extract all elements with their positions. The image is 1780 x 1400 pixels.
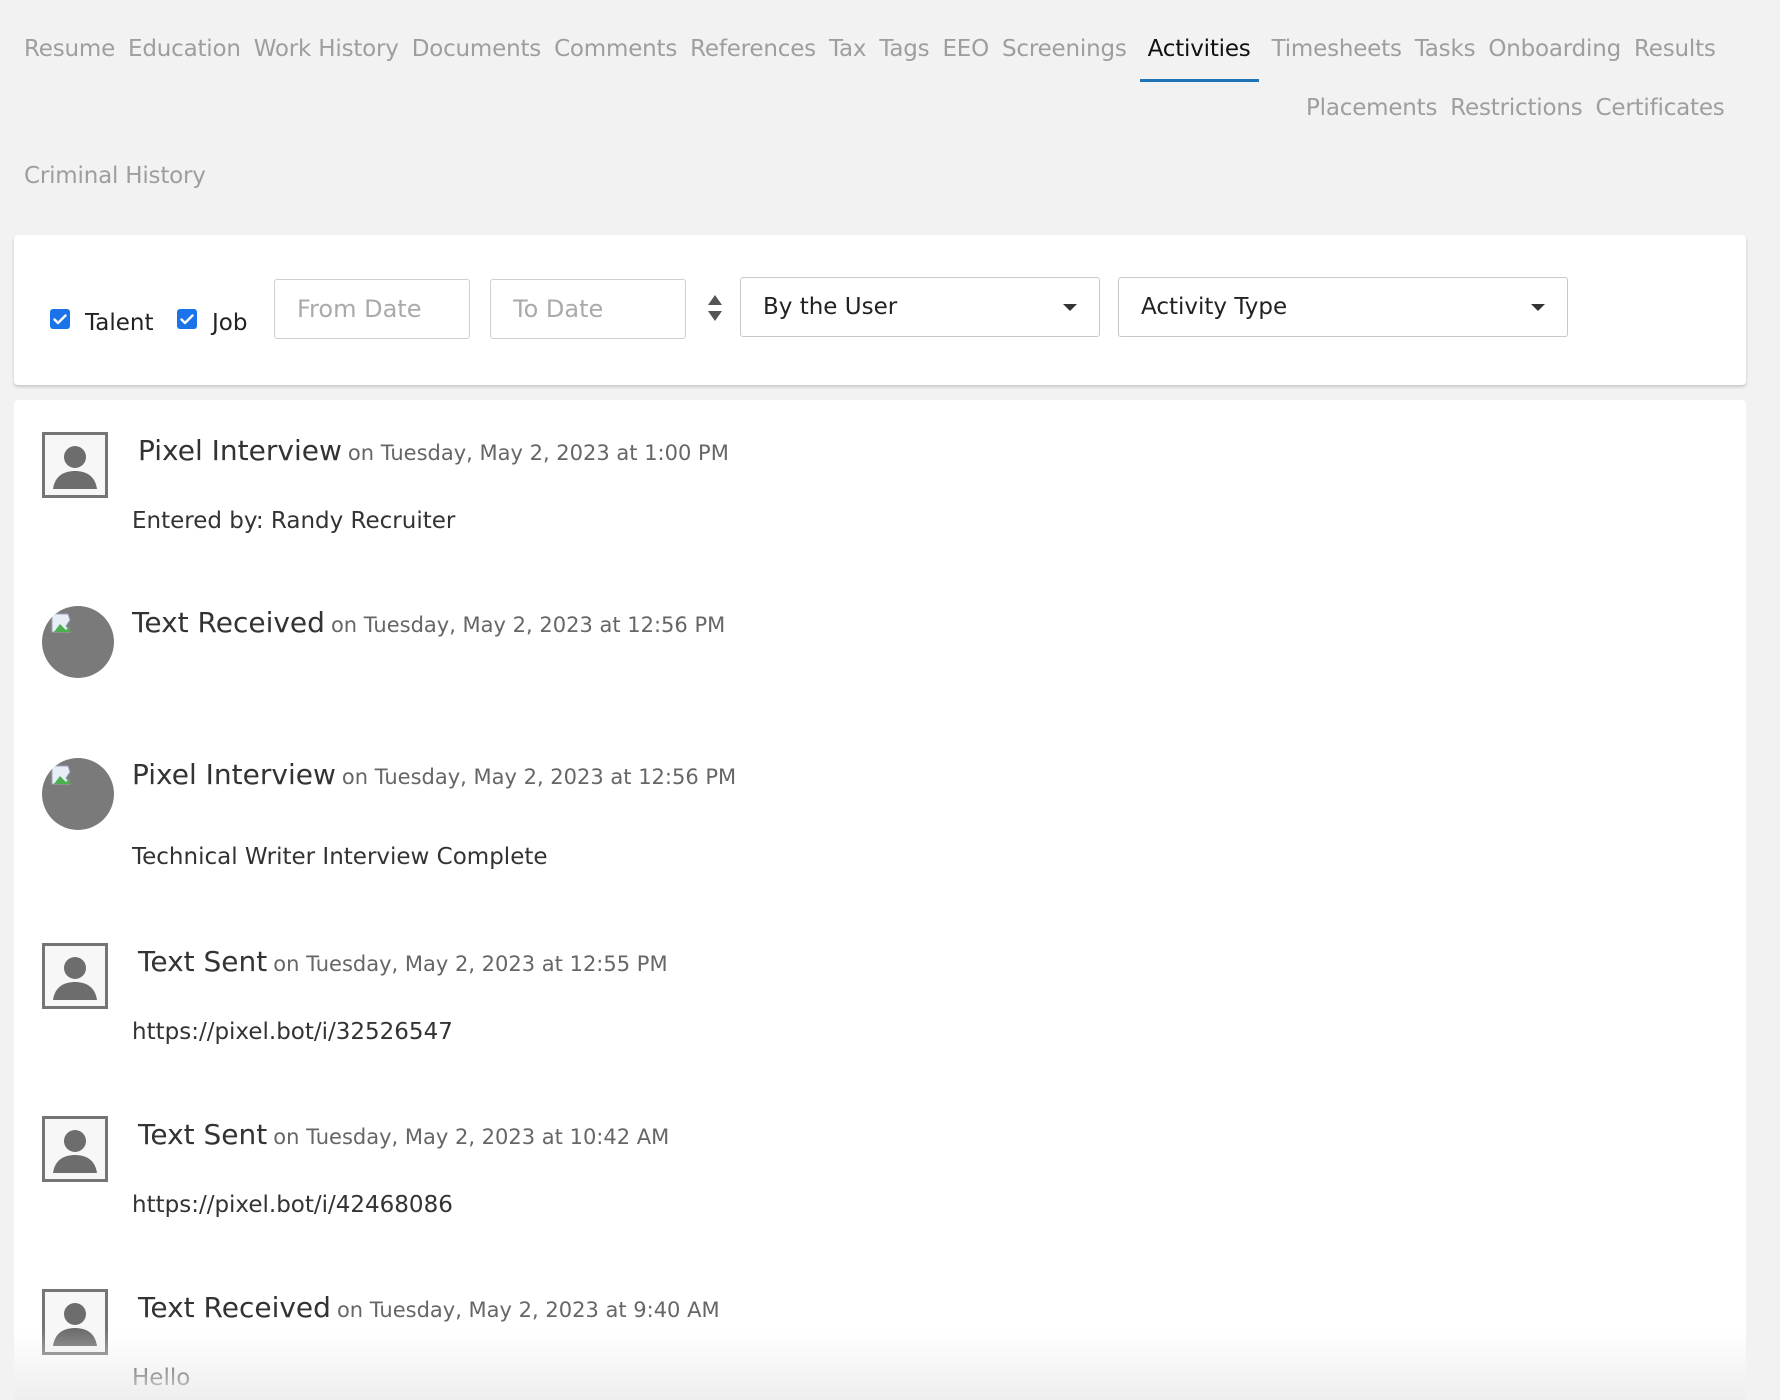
activity-type-name: Text Received [138, 1291, 331, 1324]
job-checkbox-label: Job [212, 310, 248, 336]
avatar [42, 1116, 108, 1182]
activity-type-name: Text Sent [138, 945, 268, 978]
broken-image-icon [51, 613, 71, 633]
activity-date: on Tuesday, May 2, 2023 at 10:42 AM [273, 1125, 670, 1149]
tab-results[interactable]: Results [1634, 16, 1716, 82]
avatar [42, 432, 108, 498]
activity-title: Pixel Interview on Tuesday, May 2, 2023 a… [132, 758, 736, 791]
checkmark-icon [53, 313, 67, 324]
tab-work-history[interactable]: Work History [254, 16, 399, 82]
from-date-input[interactable] [274, 279, 470, 339]
tab-row-1: Resume Education Work History Documents … [24, 16, 1729, 82]
caret-down-icon [1063, 304, 1077, 311]
activity-body: Entered by: Randy Recruiter [132, 508, 456, 534]
tab-certificates[interactable]: Certificates [1596, 90, 1725, 126]
avatar [42, 1289, 108, 1355]
activity-type-name: Text Sent [138, 1118, 268, 1151]
person-silhouette-icon [53, 446, 97, 489]
tab-restrictions[interactable]: Restrictions [1450, 90, 1582, 126]
tab-activities[interactable]: Activities [1139, 16, 1259, 82]
tab-row-2: Placements Restrictions Certificates [1306, 90, 1738, 126]
checkmark-icon [180, 313, 194, 324]
activity-title: Text Sent on Tuesday, May 2, 2023 at 12:5… [138, 945, 668, 978]
tab-placements[interactable]: Placements [1306, 90, 1437, 126]
caret-down-icon [1531, 304, 1545, 311]
activity-title: Pixel Interview on Tuesday, May 2, 2023 a… [138, 434, 729, 467]
talent-checkbox-label: Talent [85, 310, 154, 336]
avatar [42, 606, 114, 678]
activity-type-value: Activity Type [1141, 294, 1288, 320]
activity-date: on Tuesday, May 2, 2023 at 9:40 AM [336, 1298, 720, 1322]
activity-date: on Tuesday, May 2, 2023 at 1:00 PM [347, 441, 729, 465]
avatar [42, 758, 114, 830]
avatar [42, 943, 108, 1009]
activity-body: Technical Writer Interview Complete [132, 844, 548, 870]
activity-type-select[interactable]: Activity Type [1118, 277, 1568, 337]
tab-documents[interactable]: Documents [412, 16, 542, 82]
activity-type-name: Pixel Interview [132, 758, 336, 791]
user-filter-select[interactable]: By the User [740, 277, 1100, 337]
activity-date: on Tuesday, May 2, 2023 at 12:55 PM [273, 952, 668, 976]
activity-link[interactable]: https://pixel.bot/i/42468086 [132, 1192, 453, 1218]
talent-checkbox-wrapper[interactable]: Talent [50, 299, 153, 339]
activity-filter-panel: Talent Job By the User Activity Type [14, 235, 1746, 385]
tab-screenings[interactable]: Screenings [1002, 16, 1127, 82]
job-checkbox[interactable] [177, 309, 197, 329]
activity-date: on Tuesday, May 2, 2023 at 12:56 PM [330, 613, 726, 637]
tab-tags[interactable]: Tags [879, 16, 929, 82]
user-filter-value: By the User [763, 294, 898, 320]
tab-row-3: Criminal History [24, 158, 219, 194]
tab-timesheets[interactable]: Timesheets [1272, 16, 1402, 82]
person-silhouette-icon [53, 1303, 97, 1346]
tab-resume[interactable]: Resume [24, 16, 115, 82]
tab-tax[interactable]: Tax [829, 16, 867, 82]
sort-up-down-icon[interactable] [706, 293, 724, 323]
activity-body: Hello [132, 1365, 191, 1391]
activity-title: Text Received on Tuesday, May 2, 2023 at … [132, 606, 725, 639]
tab-onboarding[interactable]: Onboarding [1488, 16, 1621, 82]
person-silhouette-icon [53, 1130, 97, 1173]
activity-type-name: Pixel Interview [138, 434, 342, 467]
tab-education[interactable]: Education [128, 16, 241, 82]
tab-comments[interactable]: Comments [554, 16, 677, 82]
activity-list: Pixel Interview on Tuesday, May 2, 2023 a… [14, 400, 1746, 1400]
activity-date: on Tuesday, May 2, 2023 at 12:56 PM [341, 765, 737, 789]
tab-references[interactable]: References [690, 16, 816, 82]
activity-title: Text Sent on Tuesday, May 2, 2023 at 10:4… [138, 1118, 669, 1151]
activity-link[interactable]: https://pixel.bot/i/32526547 [132, 1019, 453, 1045]
tab-tasks[interactable]: Tasks [1415, 16, 1476, 82]
activity-type-name: Text Received [132, 606, 325, 639]
talent-checkbox[interactable] [50, 309, 70, 329]
job-checkbox-wrapper[interactable]: Job [177, 299, 247, 339]
tab-eeo[interactable]: EEO [942, 16, 989, 82]
broken-image-icon [51, 765, 71, 785]
person-silhouette-icon [53, 957, 97, 1000]
to-date-input[interactable] [490, 279, 686, 339]
activity-title: Text Received on Tuesday, May 2, 2023 at … [138, 1291, 720, 1324]
tab-bar: Resume Education Work History Documents … [0, 0, 1780, 200]
tab-criminal-history[interactable]: Criminal History [24, 158, 206, 194]
